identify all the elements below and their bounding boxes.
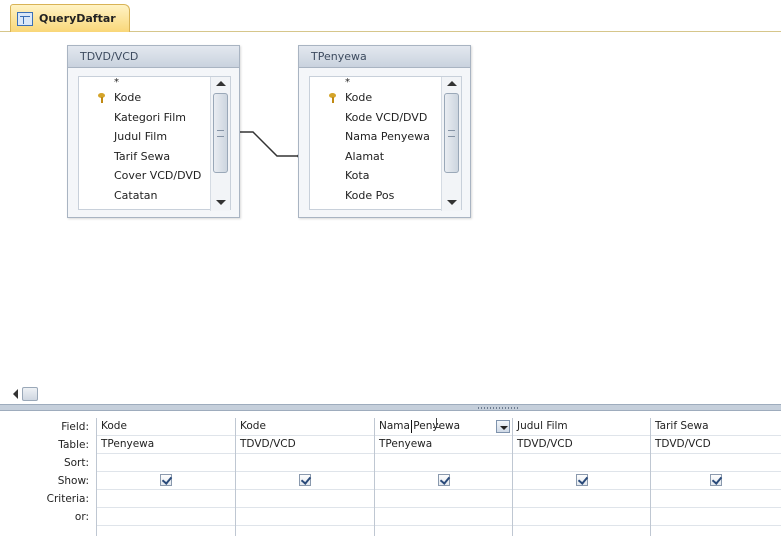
table-cell[interactable]: TDVD/VCD [513,436,650,454]
grid-column: Kode TPenyewa [96,418,235,536]
show-cell [651,472,781,490]
criteria-cell[interactable] [651,490,781,508]
field-list-area: * Kode Kategori Film Judul Film Tarif Se… [78,76,231,211]
show-checkbox[interactable] [710,474,722,486]
grid-column: Tarif Sewa TDVD/VCD [650,418,781,536]
field-item[interactable]: Judul Film [79,127,211,147]
field-label: Kode [114,91,142,104]
table-field-list-tpenyewa[interactable]: TPenyewa * Kode Kode VCD/DVD Nama Penyew… [298,45,471,218]
field-item[interactable]: Tarif Sewa [79,147,211,167]
grid-columns: Kode TPenyewa Kode TDVD/VCD Nama Penyewa [96,418,781,536]
field-cell-value: Nama Penyewa [379,420,461,432]
ibeam-cursor-icon [432,418,440,428]
criteria-cell[interactable] [375,490,512,508]
field-list: * Kode Kode VCD/DVD Nama Penyewa Alamat … [310,77,442,211]
field-item[interactable]: Catatan [79,186,211,206]
document-tab-strip: QueryDaftar [0,0,781,32]
horizontal-scroll-thumb[interactable] [22,387,38,401]
table-cell[interactable]: TDVD/VCD [651,436,781,454]
or-cell[interactable] [375,508,512,526]
show-checkbox[interactable] [575,474,588,486]
tab-label: QueryDaftar [39,12,116,25]
query-document-tab[interactable]: QueryDaftar [10,4,130,32]
show-cell [236,472,374,490]
field-item[interactable]: Kode Pos [310,186,442,206]
scroll-thumb[interactable] [444,93,459,173]
sort-cell[interactable] [236,454,374,472]
field-list-area: * Kode Kode VCD/DVD Nama Penyewa Alamat … [309,76,462,211]
row-label-or: or: [74,511,89,523]
table-field-list-tdvdvcd[interactable]: TDVD/VCD * Kode Kategori Film Judul Film… [67,45,240,218]
scroll-thumb[interactable] [213,93,228,173]
query-design-grid[interactable]: Field: Table: Sort: Show: Criteria: or: … [0,411,781,536]
show-checkbox[interactable] [437,474,450,486]
primary-key-icon [329,93,336,103]
field-item[interactable]: Nama Penyewa [310,127,442,147]
grid-column: Nama Penyewa TPenyewa [374,418,512,536]
field-all[interactable]: * [310,77,442,88]
primary-key-icon [98,93,105,103]
row-label-table: Table: [58,439,89,451]
scroll-up-arrow-icon[interactable] [447,81,457,86]
table-title[interactable]: TDVD/VCD [68,46,239,68]
pane-splitter[interactable] [0,404,781,411]
field-cell[interactable]: Tarif Sewa [651,418,781,436]
query-icon [17,11,33,26]
show-cell [375,472,512,490]
field-item[interactable]: Kode [310,88,442,108]
grid-column: Kode TDVD/VCD [235,418,374,536]
criteria-cell[interactable] [513,490,650,508]
field-cell[interactable]: Kode [236,418,374,436]
table-cell[interactable]: TPenyewa [375,436,512,454]
table-title[interactable]: TPenyewa [299,46,470,68]
sort-cell[interactable] [651,454,781,472]
design-pane-horizontal-scrollbar[interactable] [10,384,781,404]
or-cell[interactable] [236,508,374,526]
row-label-criteria: Criteria: [46,493,89,505]
grid-column: Judul Film TDVD/VCD [512,418,650,536]
scroll-up-arrow-icon[interactable] [216,81,226,86]
field-item[interactable]: Kota [310,166,442,186]
scroll-down-arrow-icon[interactable] [447,200,457,205]
table-cell[interactable]: TPenyewa [97,436,235,454]
scroll-down-arrow-icon[interactable] [216,200,226,205]
sort-cell[interactable] [97,454,235,472]
show-cell [513,472,650,490]
or-cell[interactable] [97,508,235,526]
sort-cell[interactable] [513,454,650,472]
grid-row-headers: Field: Table: Sort: Show: Criteria: or: [0,418,95,526]
splitter-grip[interactable] [478,407,518,409]
field-dropdown-button[interactable] [496,420,510,433]
field-all[interactable]: * [79,77,211,88]
field-list-scrollbar[interactable] [210,77,230,211]
criteria-cell[interactable] [236,490,374,508]
field-cell[interactable]: Judul Film [513,418,650,436]
query-design-pane[interactable]: TDVD/VCD * Kode Kategori Film Judul Film… [10,32,781,382]
row-label-show: Show: [57,475,89,487]
field-cell[interactable]: Kode [97,418,235,436]
field-item[interactable]: Kode [79,88,211,108]
show-checkbox[interactable] [299,474,311,486]
field-cell-active[interactable]: Nama Penyewa [375,418,512,436]
field-item[interactable]: Kategori Film [79,108,211,128]
text-caret [411,420,412,433]
field-list-scrollbar[interactable] [441,77,461,211]
field-label: Kode [345,91,373,104]
row-label-field: Field: [61,421,89,433]
field-item[interactable]: Cover VCD/DVD [79,166,211,186]
criteria-cell[interactable] [97,490,235,508]
table-cell[interactable]: TDVD/VCD [236,436,374,454]
show-cell [97,472,235,490]
field-list: * Kode Kategori Film Judul Film Tarif Se… [79,77,211,211]
field-item[interactable]: Kode VCD/DVD [310,108,442,128]
show-checkbox[interactable] [160,474,172,486]
sort-cell[interactable] [375,454,512,472]
or-cell[interactable] [513,508,650,526]
or-cell[interactable] [651,508,781,526]
row-label-sort: Sort: [63,457,89,469]
field-item[interactable]: Alamat [310,147,442,167]
scroll-left-arrow-icon[interactable] [13,389,18,399]
